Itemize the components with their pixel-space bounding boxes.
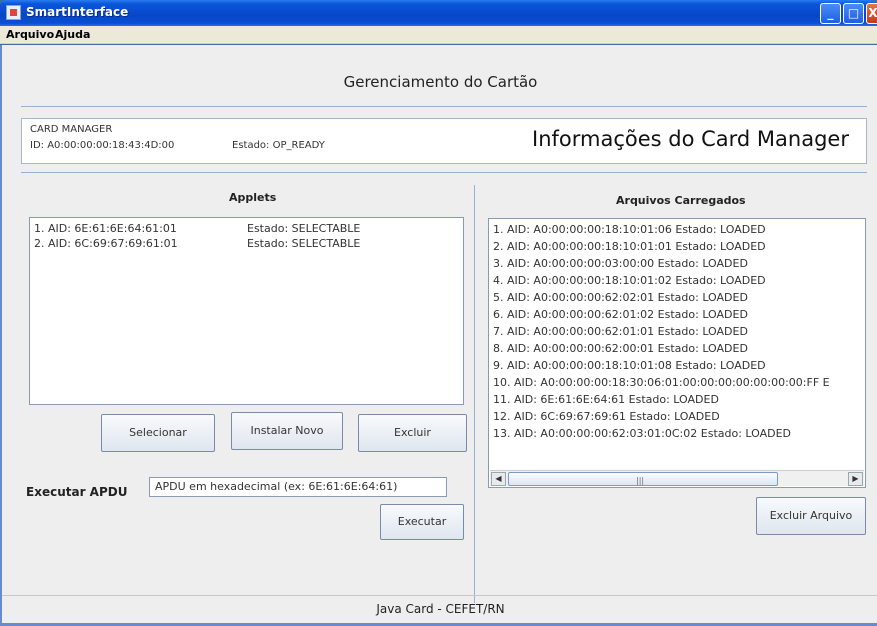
java-app-icon [6, 5, 21, 20]
divider [21, 172, 867, 173]
menu-bar: Arquivo Ajuda [0, 26, 877, 44]
menu-ajuda[interactable]: Ajuda [55, 28, 90, 41]
close-button[interactable]: X [866, 3, 877, 24]
execute-button[interactable]: Executar [380, 504, 464, 540]
applet-aid: 1. AID: 6E:61:6E:64:61:01 [34, 222, 177, 235]
list-item[interactable]: 7. AID: A0:00:00:00:62:01:01 Estado: LOA… [493, 325, 748, 338]
footer-text: Java Card - CEFET/RN [376, 602, 505, 616]
card-manager-id: ID: A0:00:00:00:18:43:4D:00 [30, 140, 175, 151]
card-manager-state: Estado: OP_READY [232, 140, 325, 151]
list-item[interactable]: 8. AID: A0:00:00:00:62:00:01 Estado: LOA… [493, 342, 748, 355]
divider [21, 106, 867, 107]
install-new-button[interactable]: Instalar Novo [231, 412, 343, 450]
list-item[interactable]: 6. AID: A0:00:00:00:62:01:02 Estado: LOA… [493, 308, 748, 321]
list-item[interactable]: 13. AID: A0:00:00:00:62:03:01:0C:02 Esta… [493, 427, 791, 440]
delete-file-button[interactable]: Excluir Arquivo [756, 497, 866, 535]
menu-arquivo[interactable]: Arquivo [6, 28, 54, 41]
list-item[interactable]: 1. AID: 6E:61:6E:64:61:01 Estado: SELECT… [34, 222, 360, 235]
scroll-left-icon[interactable]: ◀ [491, 472, 506, 486]
list-item[interactable]: 2. AID: 6C:69:67:69:61:01 Estado: SELECT… [34, 237, 360, 250]
scrollbar-thumb[interactable]: ||| [508, 472, 778, 486]
list-item[interactable]: 5. AID: A0:00:00:00:62:02:01 Estado: LOA… [493, 291, 748, 304]
grip-icon: ||| [636, 476, 645, 485]
applet-state: Estado: SELECTABLE [247, 222, 361, 235]
main-panel: Gerenciamento do Cartão CARD MANAGER ID:… [0, 45, 877, 626]
window-titlebar[interactable]: SmartInterface _ □ X [0, 0, 877, 26]
list-item[interactable]: 3. AID: A0:00:00:00:03:00:00 Estado: LOA… [493, 257, 748, 270]
list-item[interactable]: 1. AID: A0:00:00:00:18:10:01:06 Estado: … [493, 223, 766, 236]
apdu-input[interactable]: APDU em hexadecimal (ex: 6E:61:6E:64:61) [149, 477, 447, 497]
list-item[interactable]: 10. AID: A0:00:00:00:18:30:06:01:00:00:0… [493, 376, 830, 389]
list-item[interactable]: 9. AID: A0:00:00:00:18:10:01:08 Estado: … [493, 359, 766, 372]
applet-aid: 2. AID: 6C:69:67:69:61:01 [34, 237, 178, 250]
card-manager-heading: Informações do Card Manager [532, 127, 849, 151]
loaded-files-list[interactable]: 1. AID: A0:00:00:00:18:10:01:06 Estado: … [488, 218, 866, 488]
scroll-right-icon[interactable]: ▶ [848, 472, 863, 486]
loaded-files-label: Arquivos Carregados [616, 194, 746, 207]
footer-divider [2, 595, 877, 596]
applets-label: Applets [229, 191, 277, 204]
delete-applet-button[interactable]: Excluir [358, 414, 467, 452]
card-manager-name: CARD MANAGER [30, 124, 113, 135]
maximize-button[interactable]: □ [843, 3, 864, 24]
apdu-label: Executar APDU [26, 485, 128, 499]
list-item[interactable]: 4. AID: A0:00:00:00:18:10:01:02 Estado: … [493, 274, 766, 287]
page-title: Gerenciamento do Cartão [343, 73, 538, 91]
list-item[interactable]: 12. AID: 6C:69:67:69:61 Estado: LOADED [493, 410, 720, 423]
list-item[interactable]: 2. AID: A0:00:00:00:18:10:01:01 Estado: … [493, 240, 766, 253]
list-item[interactable]: 11. AID: 6E:61:6E:64:61 Estado: LOADED [493, 393, 719, 406]
select-button[interactable]: Selecionar [101, 414, 215, 452]
card-manager-panel: CARD MANAGER ID: A0:00:00:00:18:43:4D:00… [21, 118, 867, 164]
horizontal-scrollbar[interactable]: ◀ ||| ▶ [490, 470, 864, 486]
applets-list[interactable]: 1. AID: 6E:61:6E:64:61:01 Estado: SELECT… [29, 217, 464, 405]
applet-state: Estado: SELECTABLE [247, 237, 361, 250]
window-title: SmartInterface [26, 5, 129, 19]
minimize-button[interactable]: _ [820, 3, 841, 24]
vertical-divider [474, 185, 475, 603]
